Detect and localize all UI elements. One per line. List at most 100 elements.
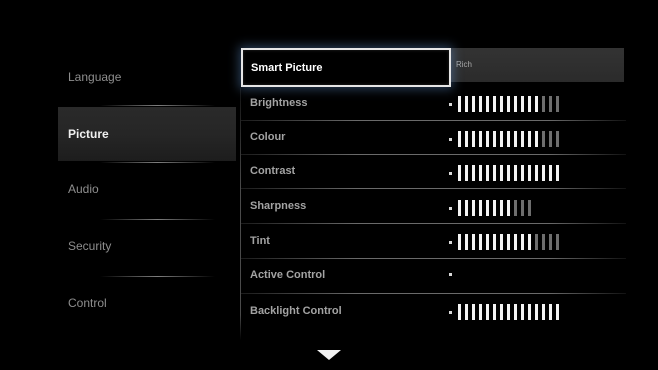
bar-start-dot bbox=[449, 206, 452, 210]
bar-start-dot bbox=[449, 240, 452, 244]
bar-segment bbox=[535, 165, 538, 181]
bar-segment bbox=[479, 96, 482, 112]
bar-segment bbox=[507, 200, 510, 216]
bar-segment bbox=[521, 304, 524, 320]
active-control-dot bbox=[449, 273, 452, 276]
bar-segment bbox=[486, 234, 489, 250]
bar-segment bbox=[486, 96, 489, 112]
bar-segment bbox=[549, 165, 552, 181]
bar-segment bbox=[500, 165, 503, 181]
bar-segment bbox=[528, 304, 531, 320]
setting-tint[interactable]: Tint bbox=[241, 224, 651, 259]
bar-segment bbox=[458, 131, 461, 147]
bar-segment bbox=[472, 96, 475, 112]
bar-segment bbox=[465, 234, 468, 250]
setting-smart-picture[interactable]: Smart Picture bbox=[241, 48, 451, 87]
backlight-control-level-bar[interactable] bbox=[449, 302, 563, 322]
bar-segment bbox=[528, 234, 531, 250]
bar-segment bbox=[486, 131, 489, 147]
category-label: Control bbox=[68, 296, 107, 310]
smart-picture-value[interactable]: Rich bbox=[451, 48, 624, 82]
category-label: Audio bbox=[68, 182, 99, 196]
bar-segment bbox=[472, 131, 475, 147]
bar-segment bbox=[535, 96, 538, 112]
setting-label: Sharpness bbox=[250, 200, 307, 212]
bar-segment bbox=[465, 165, 468, 181]
bar-segment bbox=[549, 96, 552, 112]
bar-segment bbox=[507, 234, 510, 250]
bar-segment bbox=[486, 304, 489, 320]
bar-segment bbox=[472, 165, 475, 181]
bar-segment bbox=[500, 304, 503, 320]
setting-label: Contrast bbox=[250, 165, 296, 177]
bar-segment bbox=[500, 200, 503, 216]
category-divider bbox=[100, 105, 215, 106]
bar-segment bbox=[514, 96, 517, 112]
bar-segment bbox=[514, 234, 517, 250]
bar-segment bbox=[556, 165, 559, 181]
bar-segment bbox=[521, 165, 524, 181]
bar-segment bbox=[514, 165, 517, 181]
bar-segment bbox=[465, 96, 468, 112]
bar-segment bbox=[507, 96, 510, 112]
bar-segment bbox=[514, 200, 517, 216]
bar-segment bbox=[535, 131, 538, 147]
setting-label: Backlight Control bbox=[250, 305, 342, 317]
bar-segment bbox=[542, 234, 545, 250]
bar-segment bbox=[493, 234, 496, 250]
setting-sharpness[interactable]: Sharpness bbox=[241, 189, 651, 224]
down-triangle-icon[interactable] bbox=[317, 350, 341, 360]
setting-label: Active Control bbox=[250, 269, 326, 281]
bar-segment bbox=[542, 131, 545, 147]
setting-label: Brightness bbox=[250, 97, 308, 109]
setting-colour[interactable]: Colour bbox=[241, 120, 651, 155]
bar-segment bbox=[507, 131, 510, 147]
bar-segment bbox=[479, 165, 482, 181]
bar-segment bbox=[479, 304, 482, 320]
bar-segment bbox=[549, 131, 552, 147]
setting-active-control[interactable]: Active Control bbox=[241, 258, 651, 293]
bar-segment bbox=[521, 200, 524, 216]
smart-picture-value-text: Rich bbox=[456, 60, 473, 69]
colour-level-bar[interactable] bbox=[449, 129, 563, 149]
bar-segment bbox=[465, 200, 468, 216]
bar-segment bbox=[556, 131, 559, 147]
bar-segment bbox=[500, 234, 503, 250]
bar-segment bbox=[458, 96, 461, 112]
bar-segment bbox=[472, 234, 475, 250]
tint-level-bar[interactable] bbox=[449, 232, 563, 252]
bar-segment bbox=[535, 234, 538, 250]
setting-backlight-control[interactable]: Backlight Control bbox=[241, 294, 651, 329]
bar-segment bbox=[479, 131, 482, 147]
bar-segment bbox=[528, 131, 531, 147]
setting-label: Tint bbox=[250, 235, 270, 247]
bar-start-dot bbox=[449, 171, 452, 175]
bar-segment bbox=[528, 96, 531, 112]
category-picture[interactable]: Picture bbox=[58, 107, 236, 161]
category-label: Picture bbox=[68, 127, 109, 141]
brightness-level-bar[interactable] bbox=[449, 94, 563, 114]
bar-segment bbox=[458, 200, 461, 216]
setting-contrast[interactable]: Contrast bbox=[241, 154, 651, 189]
bar-segment bbox=[549, 304, 552, 320]
sharpness-level-bar[interactable] bbox=[449, 198, 535, 218]
bar-segment bbox=[458, 165, 461, 181]
bar-segment bbox=[479, 234, 482, 250]
bar-segment bbox=[549, 234, 552, 250]
bar-segment bbox=[493, 96, 496, 112]
setting-brightness[interactable]: Brightness bbox=[241, 86, 651, 121]
bar-segment bbox=[493, 200, 496, 216]
bar-segment bbox=[542, 96, 545, 112]
setting-label: Colour bbox=[250, 131, 286, 143]
bar-start-dot bbox=[449, 310, 452, 314]
bar-segment bbox=[514, 304, 517, 320]
setting-label: Smart Picture bbox=[251, 62, 323, 74]
category-security[interactable]: Security bbox=[58, 219, 236, 273]
bar-segment bbox=[528, 165, 531, 181]
bar-segment bbox=[556, 96, 559, 112]
category-control[interactable]: Control bbox=[58, 276, 236, 330]
contrast-level-bar[interactable] bbox=[449, 163, 563, 183]
category-language[interactable]: Language bbox=[58, 50, 236, 104]
category-audio[interactable]: Audio bbox=[58, 162, 236, 216]
bar-segment bbox=[486, 200, 489, 216]
